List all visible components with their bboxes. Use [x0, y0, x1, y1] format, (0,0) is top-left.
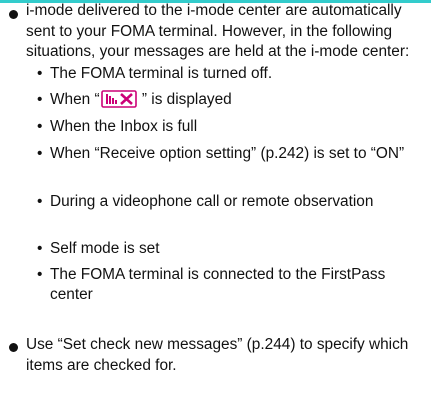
sub-item-1: The FOMA terminal is turned off. [50, 65, 273, 82]
bullet-text-2: Use “Set check new messages” (p.244) to … [26, 336, 409, 374]
sub-bullet-dot: • [37, 91, 43, 108]
sub-item-5: During a videophone call or remote obser… [50, 193, 374, 210]
bullet-dot [9, 343, 18, 352]
sub-item-7: The FOMA terminal is connected to the Fi… [50, 266, 386, 303]
bullet-text-1: i-mode delivered to the i-mode center ar… [26, 2, 410, 60]
sub-bullet-dot: • [37, 65, 43, 82]
sub-bullet-dot: • [37, 266, 43, 283]
sub-item-6: Self mode is set [50, 240, 160, 257]
out-of-service-antenna-icon [100, 90, 137, 108]
sub-bullet-dot: • [37, 118, 43, 135]
bullet-dot [9, 10, 18, 19]
sub-bullet-dot: • [37, 145, 43, 162]
sub-item-3: When the Inbox is full [50, 118, 198, 135]
sub-item-4: When “Receive option setting” (p.242) is… [50, 145, 405, 162]
sub-bullet-dot: • [37, 240, 43, 257]
sub-bullet-dot: • [37, 193, 43, 210]
sub-item-2: When “ ” is displayed [50, 90, 232, 108]
document-page: i-mode delivered to the i-mode center ar… [0, 0, 431, 404]
